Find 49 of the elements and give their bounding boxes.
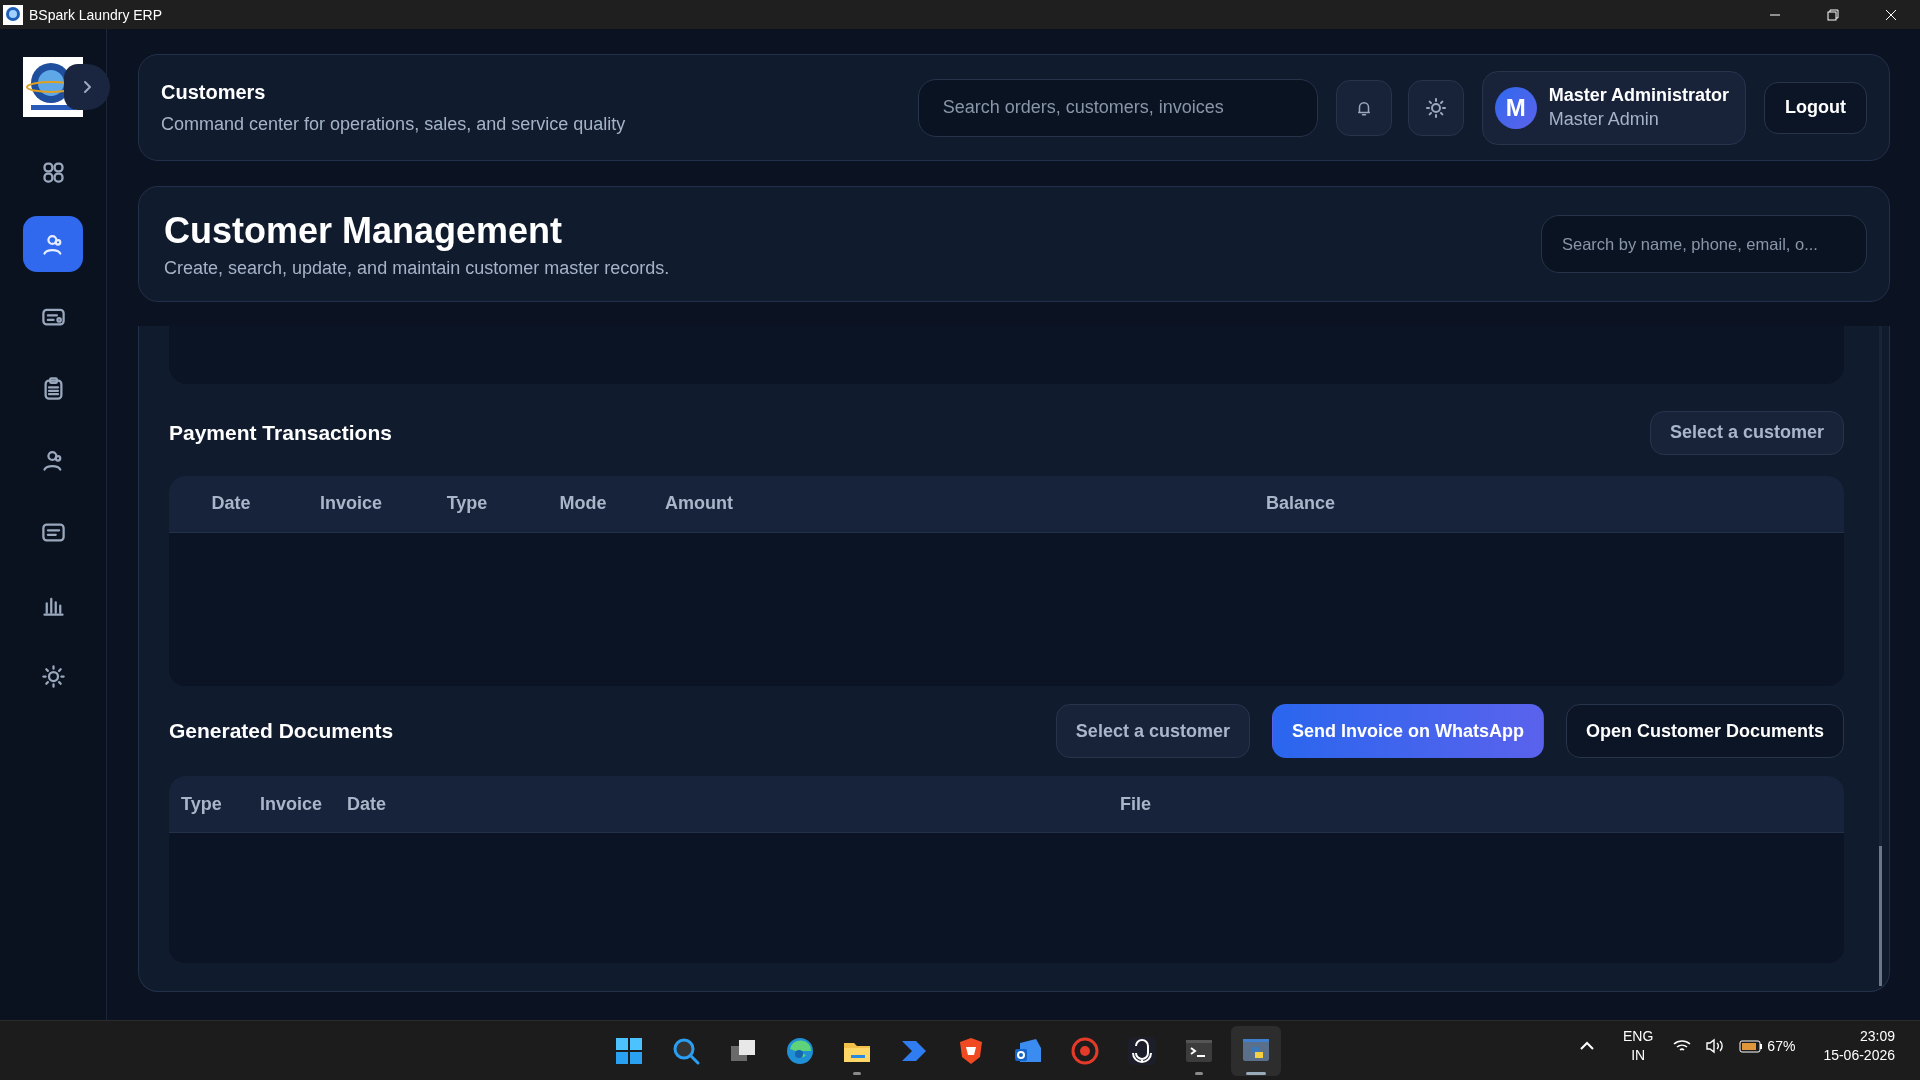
expand-button[interactable] xyxy=(64,64,110,110)
volume-icon[interactable] xyxy=(1705,1038,1726,1054)
column-header: Date xyxy=(347,793,387,815)
app-icon xyxy=(3,4,23,25)
microphone-icon xyxy=(1126,1035,1158,1067)
wifi-icon[interactable] xyxy=(1673,1039,1692,1053)
clock-date[interactable]: 15-06-2026 xyxy=(1823,1046,1895,1065)
theme-toggle-button[interactable] xyxy=(1407,79,1464,136)
action-button[interactable]: Send Invoice on WhatsApp xyxy=(1271,704,1544,759)
column-header: Mode xyxy=(558,493,608,515)
section-subtitle: Command center for operations, sales, and service quality xyxy=(161,113,627,135)
column-header: Type xyxy=(445,493,489,515)
sun-icon xyxy=(1423,95,1448,120)
select-customer-button[interactable]: Select a customer xyxy=(1649,410,1844,455)
action-button[interactable]: Open Customer Documents xyxy=(1565,704,1844,759)
user-name: Master Administrator xyxy=(1548,85,1729,106)
restore-icon[interactable] xyxy=(1827,8,1839,21)
column-header: Date xyxy=(210,493,252,515)
search-field[interactable]: Search by name, phone, email, o... xyxy=(1541,215,1867,273)
language-indicator[interactable]: ENG xyxy=(1623,1027,1654,1046)
logout-button[interactable]: Logout xyxy=(1764,81,1867,134)
column-header: Amount xyxy=(664,493,734,515)
page-subtitle: Create, search, update, and maintain customer master records. xyxy=(164,257,671,279)
avatar: M xyxy=(1494,86,1537,129)
clock-time[interactable]: 23:09 xyxy=(1859,1027,1895,1046)
user-card[interactable]: M Master Administrator Master Admin xyxy=(1481,70,1746,145)
page-section-title: Customers xyxy=(161,80,267,104)
nav-item[interactable] xyxy=(23,216,83,272)
section-title: Payment Transactions xyxy=(169,420,393,445)
taskbar-button[interactable] xyxy=(1231,1026,1281,1076)
battery-icon[interactable] xyxy=(1739,1039,1764,1053)
column-header: Balance xyxy=(1264,493,1336,515)
region-indicator[interactable]: IN xyxy=(1631,1046,1646,1065)
swirl-icon xyxy=(784,1035,816,1067)
column-header: Invoice xyxy=(319,493,383,515)
sun-icon xyxy=(39,662,67,690)
column-header: File xyxy=(1119,793,1152,815)
section-title: Generated Documents xyxy=(169,719,395,744)
search-field[interactable]: Search orders, customers, invoices xyxy=(917,78,1318,137)
page-title: Customer Management xyxy=(164,209,564,252)
chevron-up-icon[interactable] xyxy=(1579,1041,1595,1051)
select-customer-button[interactable]: Select a customer xyxy=(1055,704,1250,759)
column-header: Type xyxy=(181,793,223,815)
column-header: Invoice xyxy=(260,793,324,815)
start-icon xyxy=(613,1035,645,1067)
battery-percentage: 67% xyxy=(1767,1038,1796,1054)
window-title: BSpark Laundry ERP xyxy=(29,6,163,23)
close-icon[interactable] xyxy=(1885,8,1897,21)
user-role: Master Admin xyxy=(1548,109,1660,130)
